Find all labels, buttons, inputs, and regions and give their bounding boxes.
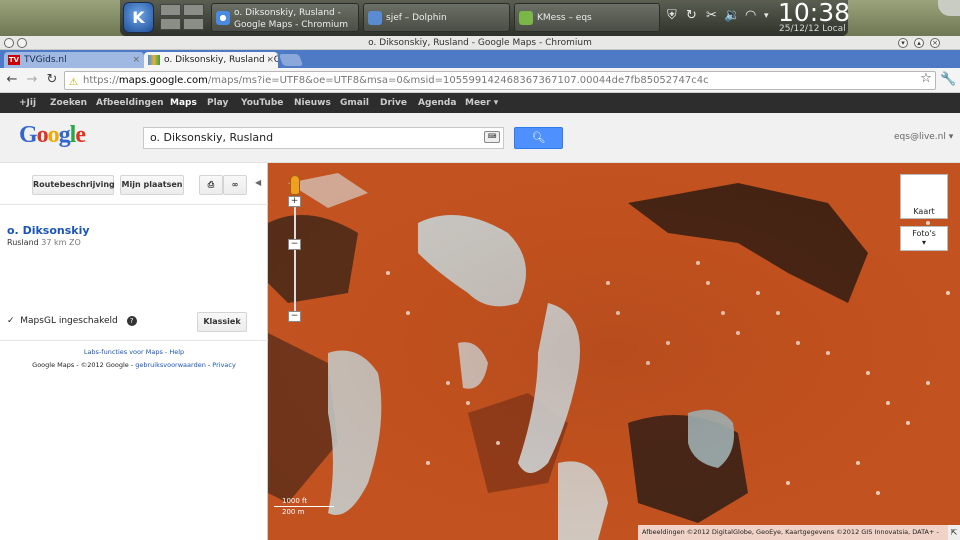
scissors-icon[interactable]: ✂ <box>706 8 717 23</box>
window-titlebar[interactable]: o. Diksonskiy, Rusland - Google Maps - C… <box>0 36 960 50</box>
gbar-maps[interactable]: Maps <box>170 93 197 113</box>
checkmark-icon: ✓ <box>7 316 15 326</box>
map-type-fotos[interactable]: Foto's ▾ <box>900 226 948 251</box>
task-chromium[interactable]: o. Diksonskiy, Rusland - Google Maps - C… <box>211 3 359 32</box>
my-places-button[interactable]: Mijn plaatsen <box>120 175 184 195</box>
reload-icon[interactable]: ↻ <box>44 72 60 88</box>
google-logo[interactable]: Google <box>19 122 86 149</box>
desktop-corner[interactable] <box>938 0 960 16</box>
satellite-imagery <box>268 163 960 540</box>
clock[interactable]: 10:38 <box>778 0 850 27</box>
keyboard-icon[interactable]: ⌨ <box>484 131 500 143</box>
taskbar: K o. Diksonskiy, Rusland - Google Maps -… <box>0 0 960 36</box>
account-menu[interactable]: eqs@live.nl ▾ <box>894 132 953 142</box>
mapsgl-status: ✓ MapsGL ingeschakeld ? <box>7 316 137 326</box>
privacy-link[interactable]: Privacy <box>212 361 236 369</box>
side-panel: Routebeschrijving Mijn plaatsen ⎙ ∞ ◀ o.… <box>0 163 268 540</box>
window-menu-icon[interactable] <box>4 38 14 48</box>
scale-bar: 1000 ft 200 m <box>274 497 334 519</box>
gbar-gmail[interactable]: Gmail <box>340 93 369 113</box>
pegman-icon[interactable] <box>290 175 300 195</box>
map-canvas[interactable]: + − − Kaart Foto's ▾ 1000 ft 200 m Afbee… <box>268 163 960 540</box>
map-copyright: Afbeeldingen ©2012 DigitalGlobe, GeoEye,… <box>638 525 948 540</box>
desktop-pager-4[interactable] <box>183 18 204 30</box>
volume-icon[interactable]: 🔉 <box>724 8 740 23</box>
gbar-more[interactable]: Meer ▾ <box>465 93 498 113</box>
close-icon[interactable]: × <box>930 38 940 48</box>
window-title: o. Diksonskiy, Rusland - Google Maps - C… <box>368 38 592 48</box>
gbar-search[interactable]: Zoeken <box>50 93 87 113</box>
tvgids-favicon: TV <box>8 55 20 65</box>
search-button[interactable]: 🔍︎ <box>514 127 563 149</box>
tab-close-icon[interactable]: × <box>266 52 274 68</box>
ssl-warning-icon[interactable]: ⚠ <box>69 74 78 89</box>
browser-toolbar: ← → ↻ ⚠ https://maps.google.com/maps/ms?… <box>0 68 960 93</box>
tab-google-maps[interactable]: o. Diksonskiy, Rusland - Go × <box>144 52 278 68</box>
legal-links: Google Maps - ©2012 Google - gebruiksvoo… <box>32 361 236 369</box>
gbar-news[interactable]: Nieuws <box>294 93 331 113</box>
zoom-out-button[interactable]: − <box>288 311 301 322</box>
labs-links: Labs-functies voor Maps - Help <box>83 348 185 356</box>
window-pin-icon[interactable] <box>17 38 27 48</box>
zoom-in-button[interactable]: + <box>288 196 301 207</box>
place-subtitle: Rusland 37 km ZO <box>7 238 81 247</box>
wifi-icon[interactable]: ◠ <box>745 8 756 23</box>
terms-link[interactable]: gebruiksvoorwaarden <box>135 361 206 369</box>
wrench-icon[interactable]: 🔧 <box>940 72 956 88</box>
kmess-icon <box>519 11 533 25</box>
link-icon[interactable]: ∞ <box>223 175 247 195</box>
forward-arrow-icon[interactable]: → <box>24 72 40 88</box>
chevron-down-icon: ▾ <box>921 238 926 247</box>
help-icon[interactable]: ? <box>126 316 137 326</box>
gbar-drive[interactable]: Drive <box>380 93 407 113</box>
chromium-icon <box>216 11 230 25</box>
place-title[interactable]: o. Diksonskiy <box>7 224 90 237</box>
help-link[interactable]: Help <box>169 348 184 356</box>
desktop-pager-2[interactable] <box>183 4 204 16</box>
search-input[interactable]: o. Diksonskiy, Rusland <box>143 127 504 149</box>
gbar-agenda[interactable]: Agenda <box>418 93 456 113</box>
minimize-icon[interactable]: ▾ <box>898 38 908 48</box>
bookmark-star-icon[interactable]: ☆ <box>918 71 934 87</box>
maps-favicon <box>148 55 160 65</box>
zoom-slider-track[interactable] <box>294 199 296 317</box>
resize-corner-icon[interactable]: ⇱ <box>948 525 960 540</box>
tab-tvgids[interactable]: TV TVGids.nl × <box>4 52 144 68</box>
tab-strip: TV TVGids.nl × o. Diksonskiy, Rusland - … <box>0 50 960 68</box>
gbar-plus[interactable]: +Jij <box>19 93 36 113</box>
gbar-images[interactable]: Afbeeldingen <box>96 93 164 113</box>
desktop-pager-1[interactable] <box>160 4 181 16</box>
panel-divider <box>0 204 268 205</box>
directions-button[interactable]: Routebeschrijving <box>32 175 115 195</box>
back-arrow-icon[interactable]: ← <box>4 72 20 88</box>
search-icon: 🔍︎ <box>531 131 546 144</box>
map-type-kaart[interactable]: Kaart <box>900 174 948 219</box>
gbar-play[interactable]: Play <box>207 93 228 113</box>
maximize-icon[interactable]: ▴ <box>914 38 924 48</box>
new-tab-button[interactable] <box>278 54 304 66</box>
tab-close-icon[interactable]: × <box>132 52 140 68</box>
address-bar[interactable]: ⚠ https://maps.google.com/maps/ms?ie=UTF… <box>64 71 936 90</box>
labs-link[interactable]: Labs-functies voor Maps <box>84 348 163 356</box>
panel-divider <box>0 340 268 341</box>
folder-icon <box>368 11 382 25</box>
zoom-slider-handle[interactable]: − <box>288 239 301 250</box>
update-icon[interactable]: ↻ <box>686 8 697 23</box>
google-bar: +Jij Zoeken Afbeeldingen Maps Play YouTu… <box>0 93 960 113</box>
task-kmess[interactable]: KMess – eqs <box>514 3 660 32</box>
clock-date: 25/12/12 Local <box>779 24 846 34</box>
collapse-panel-icon[interactable]: ◀ <box>255 178 261 187</box>
shield-icon[interactable]: ⛨ <box>667 8 677 23</box>
classic-button[interactable]: Klassiek <box>197 312 247 332</box>
gbar-youtube[interactable]: YouTube <box>241 93 283 113</box>
desktop-pager-3[interactable] <box>160 18 181 30</box>
kde-menu-icon[interactable]: K <box>123 2 154 33</box>
task-dolphin[interactable]: sjef – Dolphin <box>363 3 510 32</box>
tray-expand-icon[interactable]: ▾ <box>764 11 769 21</box>
maps-header: Google o. Diksonskiy, Rusland ⌨ 🔍︎ eqs@l… <box>0 113 960 163</box>
print-icon[interactable]: ⎙ <box>199 175 223 195</box>
